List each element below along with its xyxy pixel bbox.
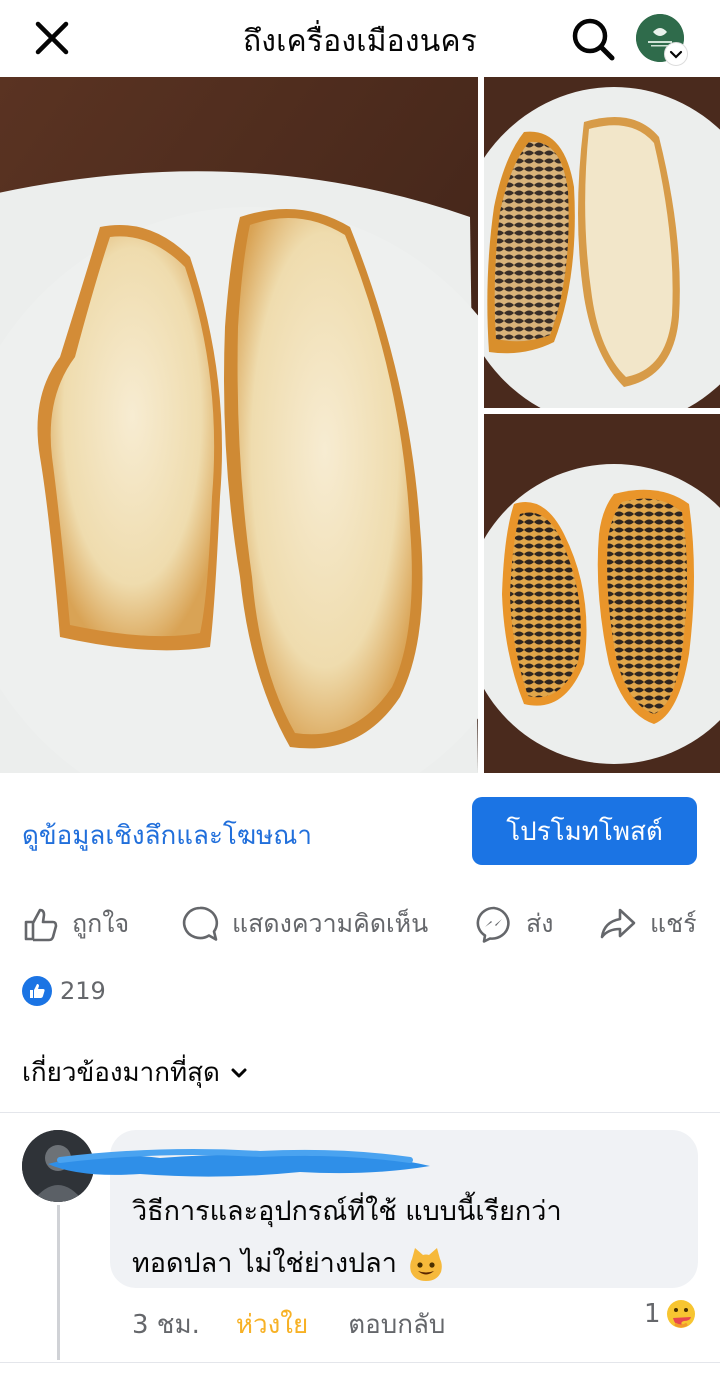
send-button[interactable]: ส่ง xyxy=(474,898,553,950)
action-bar: ถูกใจ แสดงความคิดเห็น ส่ง แชร์ xyxy=(0,898,720,950)
reaction-count: 219 xyxy=(60,977,106,1005)
photo-secondary-1[interactable] xyxy=(484,77,720,408)
search-icon[interactable] xyxy=(570,16,616,62)
redacted-name-scribble xyxy=(48,1149,430,1177)
comment-text: วิธีการและอุปกรณ์ที่ใช้ แบบนี้เรียกว่า ท… xyxy=(132,1186,672,1290)
share-label: แชร์ xyxy=(650,909,697,938)
comment-line-2: ทอดปลา ไม่ใช่ย่างปลา xyxy=(132,1248,397,1279)
promote-post-button[interactable]: โปรโมทโพสต์ xyxy=(472,797,697,865)
comment-label: แสดงความคิดเห็น xyxy=(232,909,429,938)
reaction-summary[interactable]: 219 xyxy=(22,975,106,1007)
insights-link[interactable]: ดูข้อมูลเชิงลึกและโฆษณา xyxy=(22,815,312,856)
photo-secondary-2[interactable] xyxy=(484,414,720,773)
reply-button[interactable]: ตอบกลับ xyxy=(348,1304,445,1345)
chevron-down-icon xyxy=(231,1068,247,1077)
comment-line-1: วิธีการและอุปกรณ์ที่ใช้ แบบนี้เรียกว่า xyxy=(132,1196,562,1227)
comment-icon xyxy=(182,906,219,941)
photo-main[interactable] xyxy=(0,77,478,773)
care-emoji-icon xyxy=(666,1300,695,1328)
send-label: ส่ง xyxy=(526,909,554,938)
top-bar: ถึงเครื่องเมืองนคร xyxy=(0,0,720,76)
like-label: ถูกใจ xyxy=(72,909,130,938)
bottom-edge xyxy=(0,1362,720,1376)
comment-reaction-count: 1 xyxy=(644,1299,661,1329)
sort-label: เกี่ยวข้องมากที่สุด xyxy=(22,1058,220,1088)
like-button[interactable]: ถูกใจ xyxy=(22,898,129,950)
thread-line xyxy=(57,1205,60,1360)
comment-sort-dropdown[interactable]: เกี่ยวข้องมากที่สุด xyxy=(22,1052,248,1093)
care-reaction-button[interactable]: ห่วงใย xyxy=(236,1304,308,1345)
like-reaction-icon xyxy=(22,976,52,1006)
comment-reaction-summary[interactable]: 1 xyxy=(644,1298,697,1330)
share-icon xyxy=(600,908,636,939)
thumbs-up-icon xyxy=(24,908,58,942)
divider xyxy=(0,1112,720,1113)
comment-time: 3 ชม. xyxy=(132,1310,200,1340)
comment-button[interactable]: แสดงความคิดเห็น xyxy=(180,898,428,950)
share-button[interactable]: แชร์ xyxy=(598,898,697,950)
account-switch-icon[interactable] xyxy=(664,42,688,66)
messenger-icon xyxy=(476,906,510,943)
photo-grid xyxy=(0,77,720,773)
cat-emoji-icon xyxy=(410,1248,442,1281)
comment-meta: 3 ชม. ห่วงใย ตอบกลับ xyxy=(132,1304,445,1345)
